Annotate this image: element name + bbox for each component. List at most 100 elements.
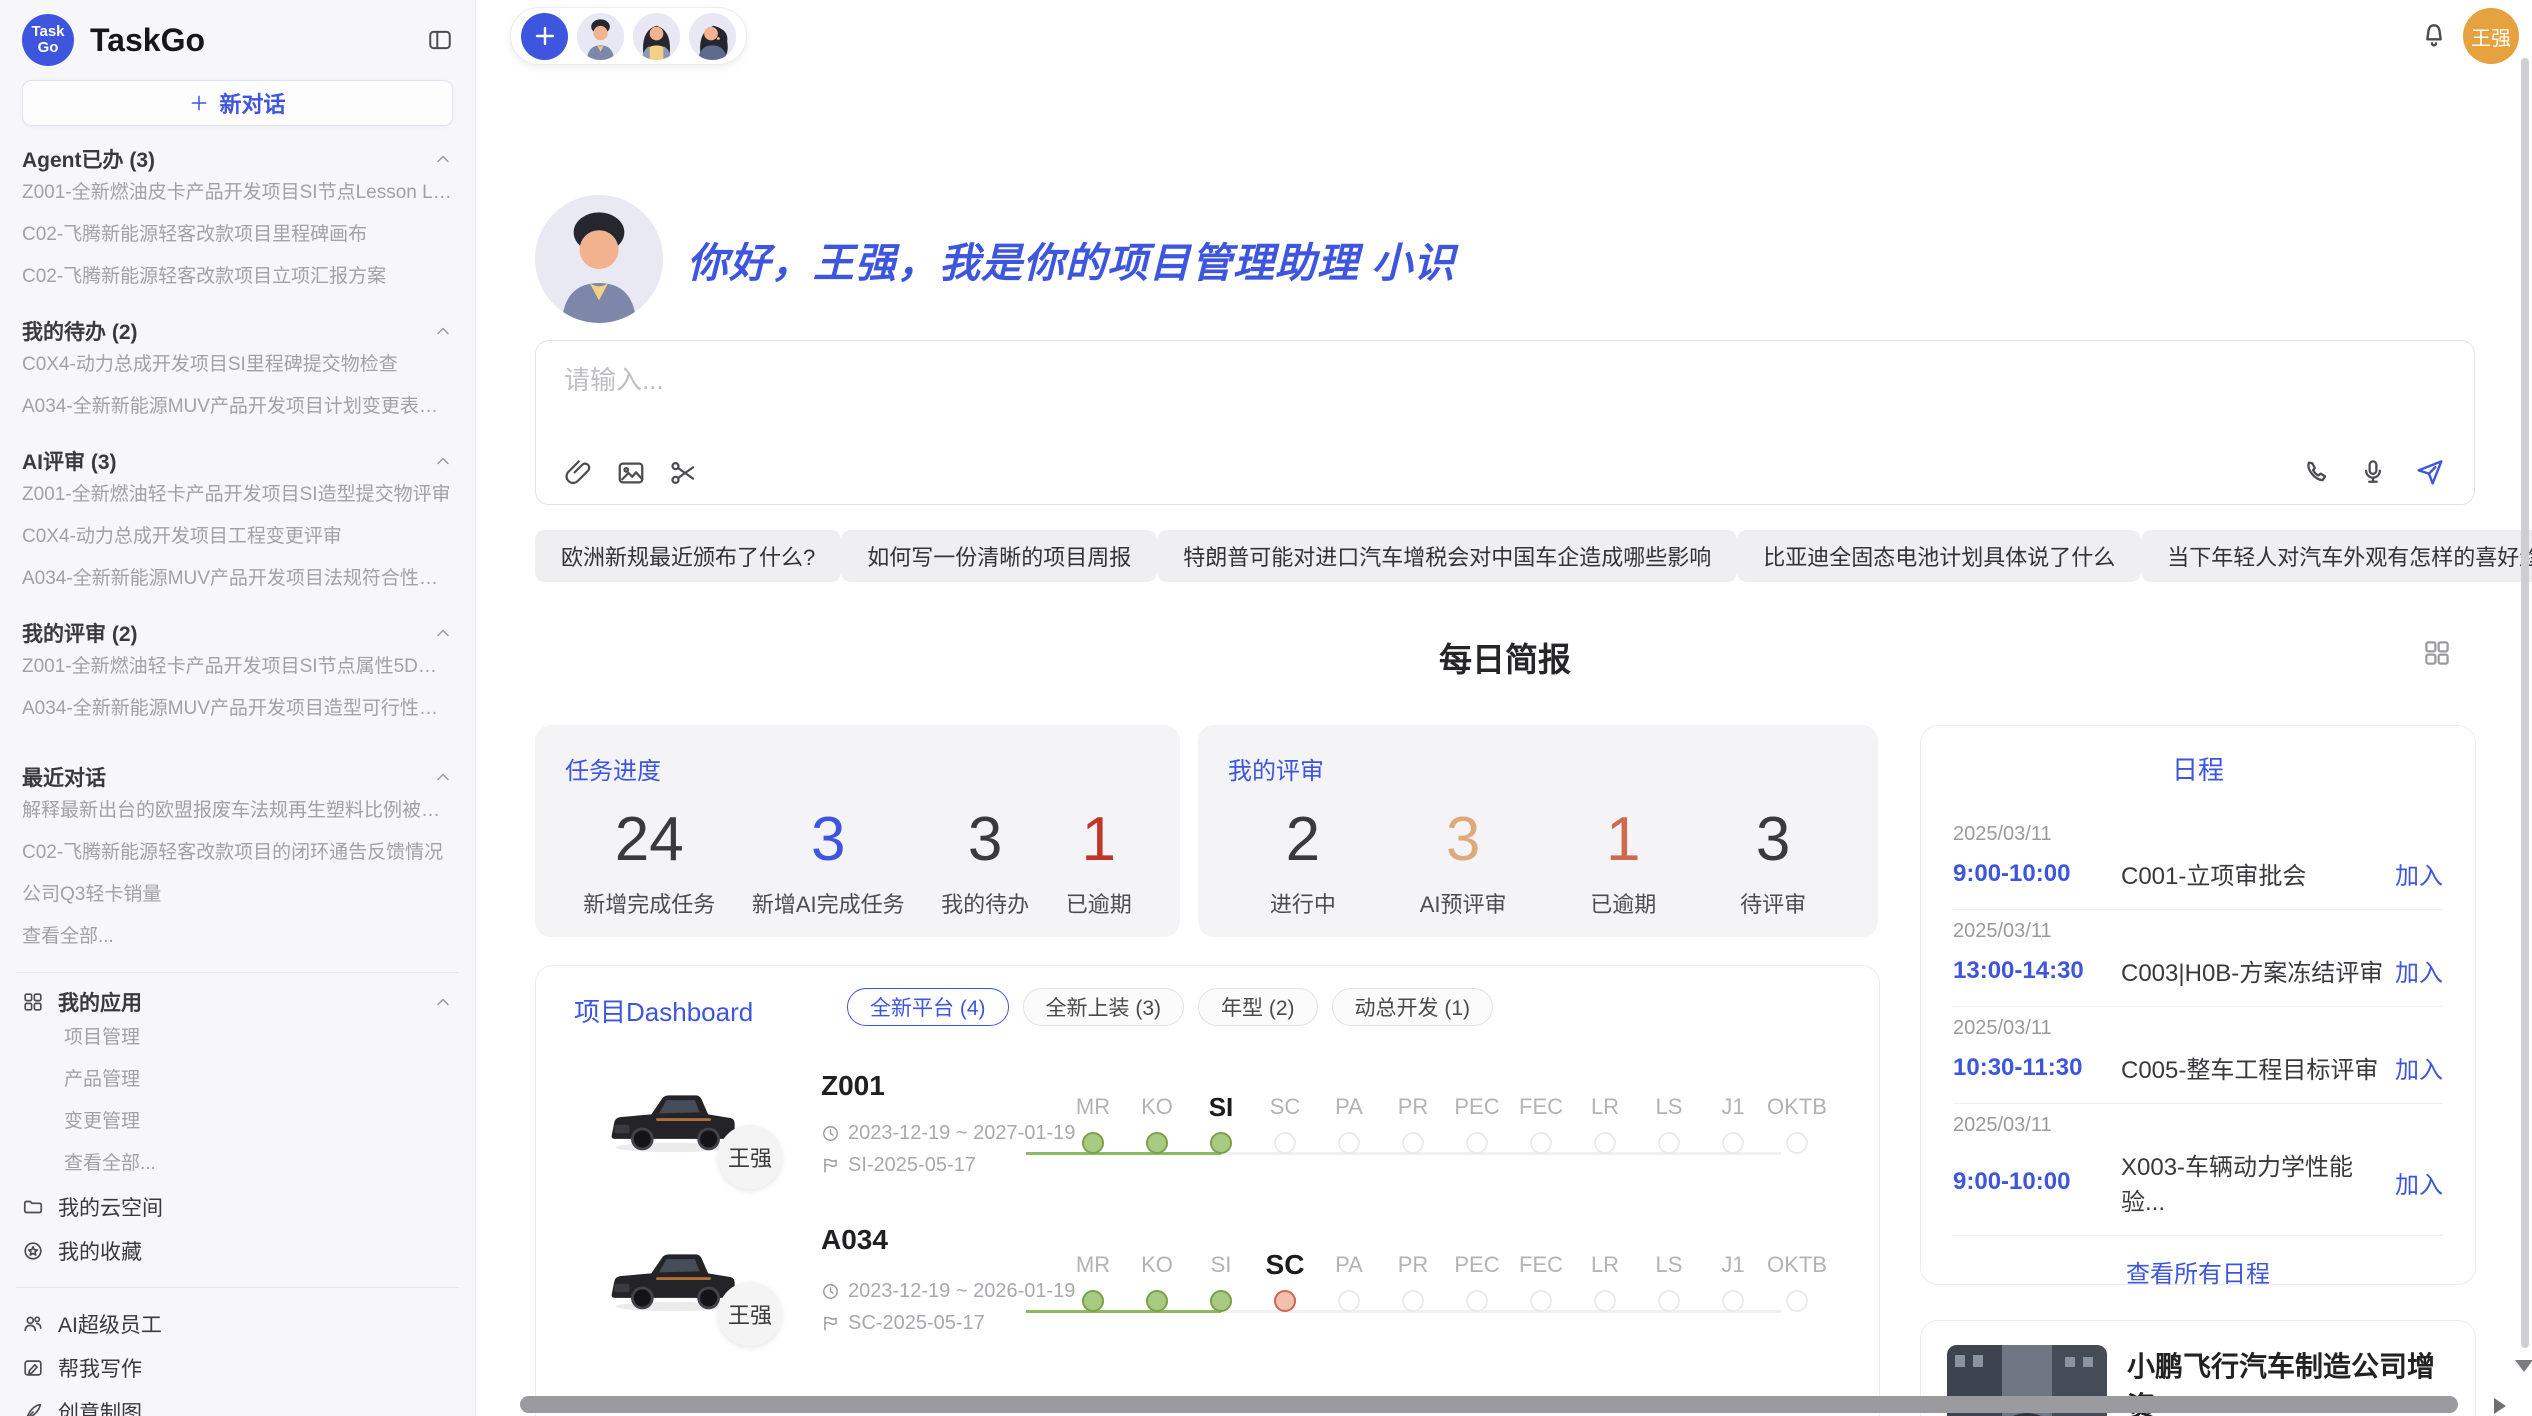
- milestone-dot[interactable]: [1274, 1132, 1296, 1154]
- send-button[interactable]: [2414, 456, 2446, 488]
- join-meeting-link[interactable]: 加入: [2395, 953, 2443, 988]
- sidebar-item[interactable]: A034-全新新能源MUV产品开发项目法规符合性评审: [22, 558, 453, 600]
- section-title: AI评审 (3): [22, 446, 117, 476]
- sidebar-item[interactable]: Z001-全新燃油皮卡产品开发项目SI节点Lesson Learn报告: [22, 172, 453, 214]
- app-item-project-mgmt[interactable]: 项目管理: [22, 1017, 453, 1059]
- milestone-dot-current[interactable]: [1210, 1132, 1232, 1154]
- sidebar-item[interactable]: Z001-全新燃油轻卡产品开发项目SI造型提交物评审: [22, 474, 453, 516]
- project-name[interactable]: A034: [821, 1224, 888, 1256]
- sidebar-item[interactable]: C02-飞腾新能源轻客改款项目里程碑画布: [22, 214, 453, 256]
- milestone-dot[interactable]: [1594, 1290, 1616, 1312]
- milestone-dot[interactable]: [1658, 1290, 1680, 1312]
- sidebar-favorites[interactable]: 我的收藏: [22, 1229, 453, 1273]
- suggestion-chip[interactable]: 当下年轻人对汽车外观有怎样的喜好趋势: [2141, 530, 2532, 582]
- sidebar-section-recent[interactable]: 最近对话: [22, 764, 453, 790]
- attach-button[interactable]: [564, 458, 594, 488]
- suggestion-chip[interactable]: 特朗普可能对进口汽车增税会对中国车企造成哪些影响: [1157, 530, 1737, 582]
- chevron-up-icon[interactable]: [433, 321, 453, 341]
- chevron-up-icon[interactable]: [433, 149, 453, 169]
- milestone-dot[interactable]: [1786, 1132, 1808, 1154]
- sidebar-section-my-todo[interactable]: 我的待办 (2): [22, 318, 453, 344]
- notification-bell-icon[interactable]: [2418, 20, 2450, 52]
- milestone-dot[interactable]: [1402, 1132, 1424, 1154]
- agent-avatar-1[interactable]: [577, 13, 624, 60]
- app-item-change-mgmt[interactable]: 变更管理: [22, 1101, 453, 1143]
- chevron-up-icon[interactable]: [433, 767, 453, 787]
- vertical-scrollbar-thumb[interactable]: [2521, 58, 2529, 1348]
- sidebar-section-my-review[interactable]: 我的评审 (2): [22, 620, 453, 646]
- sidebar-creative-draw[interactable]: 创意制图: [22, 1390, 453, 1416]
- milestone-dot[interactable]: [1786, 1290, 1808, 1312]
- recent-view-all[interactable]: 查看全部...: [22, 916, 453, 958]
- milestone-dot[interactable]: [1466, 1290, 1488, 1312]
- microphone-button[interactable]: [2358, 457, 2388, 487]
- milestone-dot[interactable]: [1722, 1290, 1744, 1312]
- apps-view-all[interactable]: 查看全部...: [22, 1143, 453, 1185]
- sidebar-item[interactable]: A034-全新新能源MUV产品开发项目造型可行性评审: [22, 688, 453, 730]
- horizontal-scrollbar-thumb[interactable]: [520, 1396, 2458, 1413]
- suggestion-chip[interactable]: 如何写一份清晰的项目周报: [841, 530, 1157, 582]
- filter-new-body[interactable]: 全新上装 (3): [1023, 988, 1185, 1026]
- milestone-strip: MR KO SI SC PA PR PEC FEC LR LS J1 OKTB: [1061, 1090, 1851, 1154]
- milestone-dot[interactable]: [1402, 1290, 1424, 1312]
- milestone-dot[interactable]: [1658, 1132, 1680, 1154]
- milestone-dot-done[interactable]: [1082, 1132, 1104, 1154]
- filter-new-platform[interactable]: 全新平台 (4): [847, 988, 1009, 1026]
- sidebar-footer: AI超级员工 帮我写作 创意制图: [22, 1302, 453, 1416]
- user-avatar[interactable]: 王强: [2463, 8, 2519, 64]
- sidebar-item[interactable]: A034-全新新能源MUV产品开发项目计划变更表编写: [22, 386, 453, 428]
- filter-year-model[interactable]: 年型 (2): [1198, 988, 1318, 1026]
- join-meeting-link[interactable]: 加入: [2395, 1050, 2443, 1085]
- view-all-schedule-link[interactable]: 查看所有日程: [1953, 1254, 2443, 1289]
- chevron-up-icon[interactable]: [433, 451, 453, 471]
- milestone-dot-done[interactable]: [1146, 1132, 1168, 1154]
- milestone-dot[interactable]: [1338, 1290, 1360, 1312]
- recent-conversation[interactable]: 解释最新出台的欧盟报废车法规再生塑料比例被调至15%...: [22, 790, 453, 832]
- agent-avatar-3[interactable]: [689, 13, 736, 60]
- new-chat-button[interactable]: 新对话: [22, 80, 453, 126]
- voice-call-button[interactable]: [2302, 457, 2332, 487]
- sidebar-item[interactable]: Z001-全新燃油轻卡产品开发项目SI节点属性5D文件评审: [22, 646, 453, 688]
- recent-conversation[interactable]: C02-飞腾新能源轻客改款项目的闭环通告反馈情况: [22, 832, 453, 874]
- milestone-dot-current[interactable]: [1274, 1290, 1296, 1312]
- chevron-up-icon[interactable]: [433, 623, 453, 643]
- sidebar-section-ai-review[interactable]: AI评审 (3): [22, 448, 453, 474]
- milestone-dot-done[interactable]: [1210, 1290, 1232, 1312]
- chevron-up-icon[interactable]: [433, 992, 453, 1012]
- logo-text-bottom: Go: [38, 40, 59, 56]
- sidebar-item[interactable]: C0X4-动力总成开发项目SI里程碑提交物检查: [22, 344, 453, 386]
- scroll-right-arrow[interactable]: [2494, 1398, 2506, 1414]
- join-meeting-link[interactable]: 加入: [2395, 856, 2443, 891]
- message-input[interactable]: [564, 365, 2446, 396]
- milestone-dot[interactable]: [1530, 1290, 1552, 1312]
- suggestion-chip[interactable]: 欧洲新规最近颁布了什么?: [535, 530, 841, 582]
- filter-powertrain[interactable]: 动总开发 (1): [1332, 988, 1494, 1026]
- collapse-sidebar-icon[interactable]: [427, 27, 453, 53]
- sidebar-cloud-space[interactable]: 我的云空间: [22, 1185, 453, 1229]
- milestone-dot[interactable]: [1530, 1132, 1552, 1154]
- agent-avatar-2[interactable]: [633, 13, 680, 60]
- milestone-dot[interactable]: [1466, 1132, 1488, 1154]
- milestone-dot-done[interactable]: [1082, 1290, 1104, 1312]
- sidebar-ai-employee[interactable]: AI超级员工: [22, 1302, 453, 1346]
- sidebar-my-apps[interactable]: 我的应用: [22, 987, 453, 1017]
- sidebar-section-agent-done[interactable]: Agent已办 (3): [22, 146, 453, 172]
- join-meeting-link[interactable]: 加入: [2395, 1165, 2443, 1200]
- new-agent-button[interactable]: [521, 13, 568, 60]
- sidebar-item[interactable]: C0X4-动力总成开发项目工程变更评审: [22, 516, 453, 558]
- milestone-dot[interactable]: [1722, 1132, 1744, 1154]
- milestone-dot[interactable]: [1338, 1132, 1360, 1154]
- milestone-dot[interactable]: [1594, 1132, 1616, 1154]
- composer-tools: [564, 458, 698, 488]
- recent-conversation[interactable]: 公司Q3轻卡销量: [22, 874, 453, 916]
- suggestion-chip[interactable]: 比亚迪全固态电池计划具体说了什么: [1737, 530, 2141, 582]
- app-item-product-mgmt[interactable]: 产品管理: [22, 1059, 453, 1101]
- sidebar-item[interactable]: C02-飞腾新能源轻客改款项目立项汇报方案: [22, 256, 453, 298]
- layout-grid-icon[interactable]: [2422, 638, 2452, 668]
- milestone-dot-done[interactable]: [1146, 1290, 1168, 1312]
- project-name[interactable]: Z001: [821, 1070, 885, 1102]
- sidebar-help-write[interactable]: 帮我写作: [22, 1346, 453, 1390]
- image-upload-button[interactable]: [616, 458, 646, 488]
- scroll-down-arrow[interactable]: [2515, 1360, 2532, 1372]
- screenshot-button[interactable]: [668, 458, 698, 488]
